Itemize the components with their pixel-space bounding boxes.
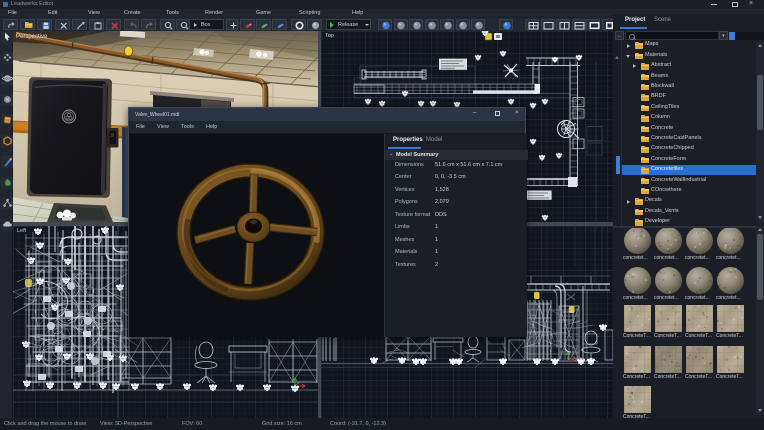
svg-text:Perspective: Perspective: [16, 34, 48, 40]
